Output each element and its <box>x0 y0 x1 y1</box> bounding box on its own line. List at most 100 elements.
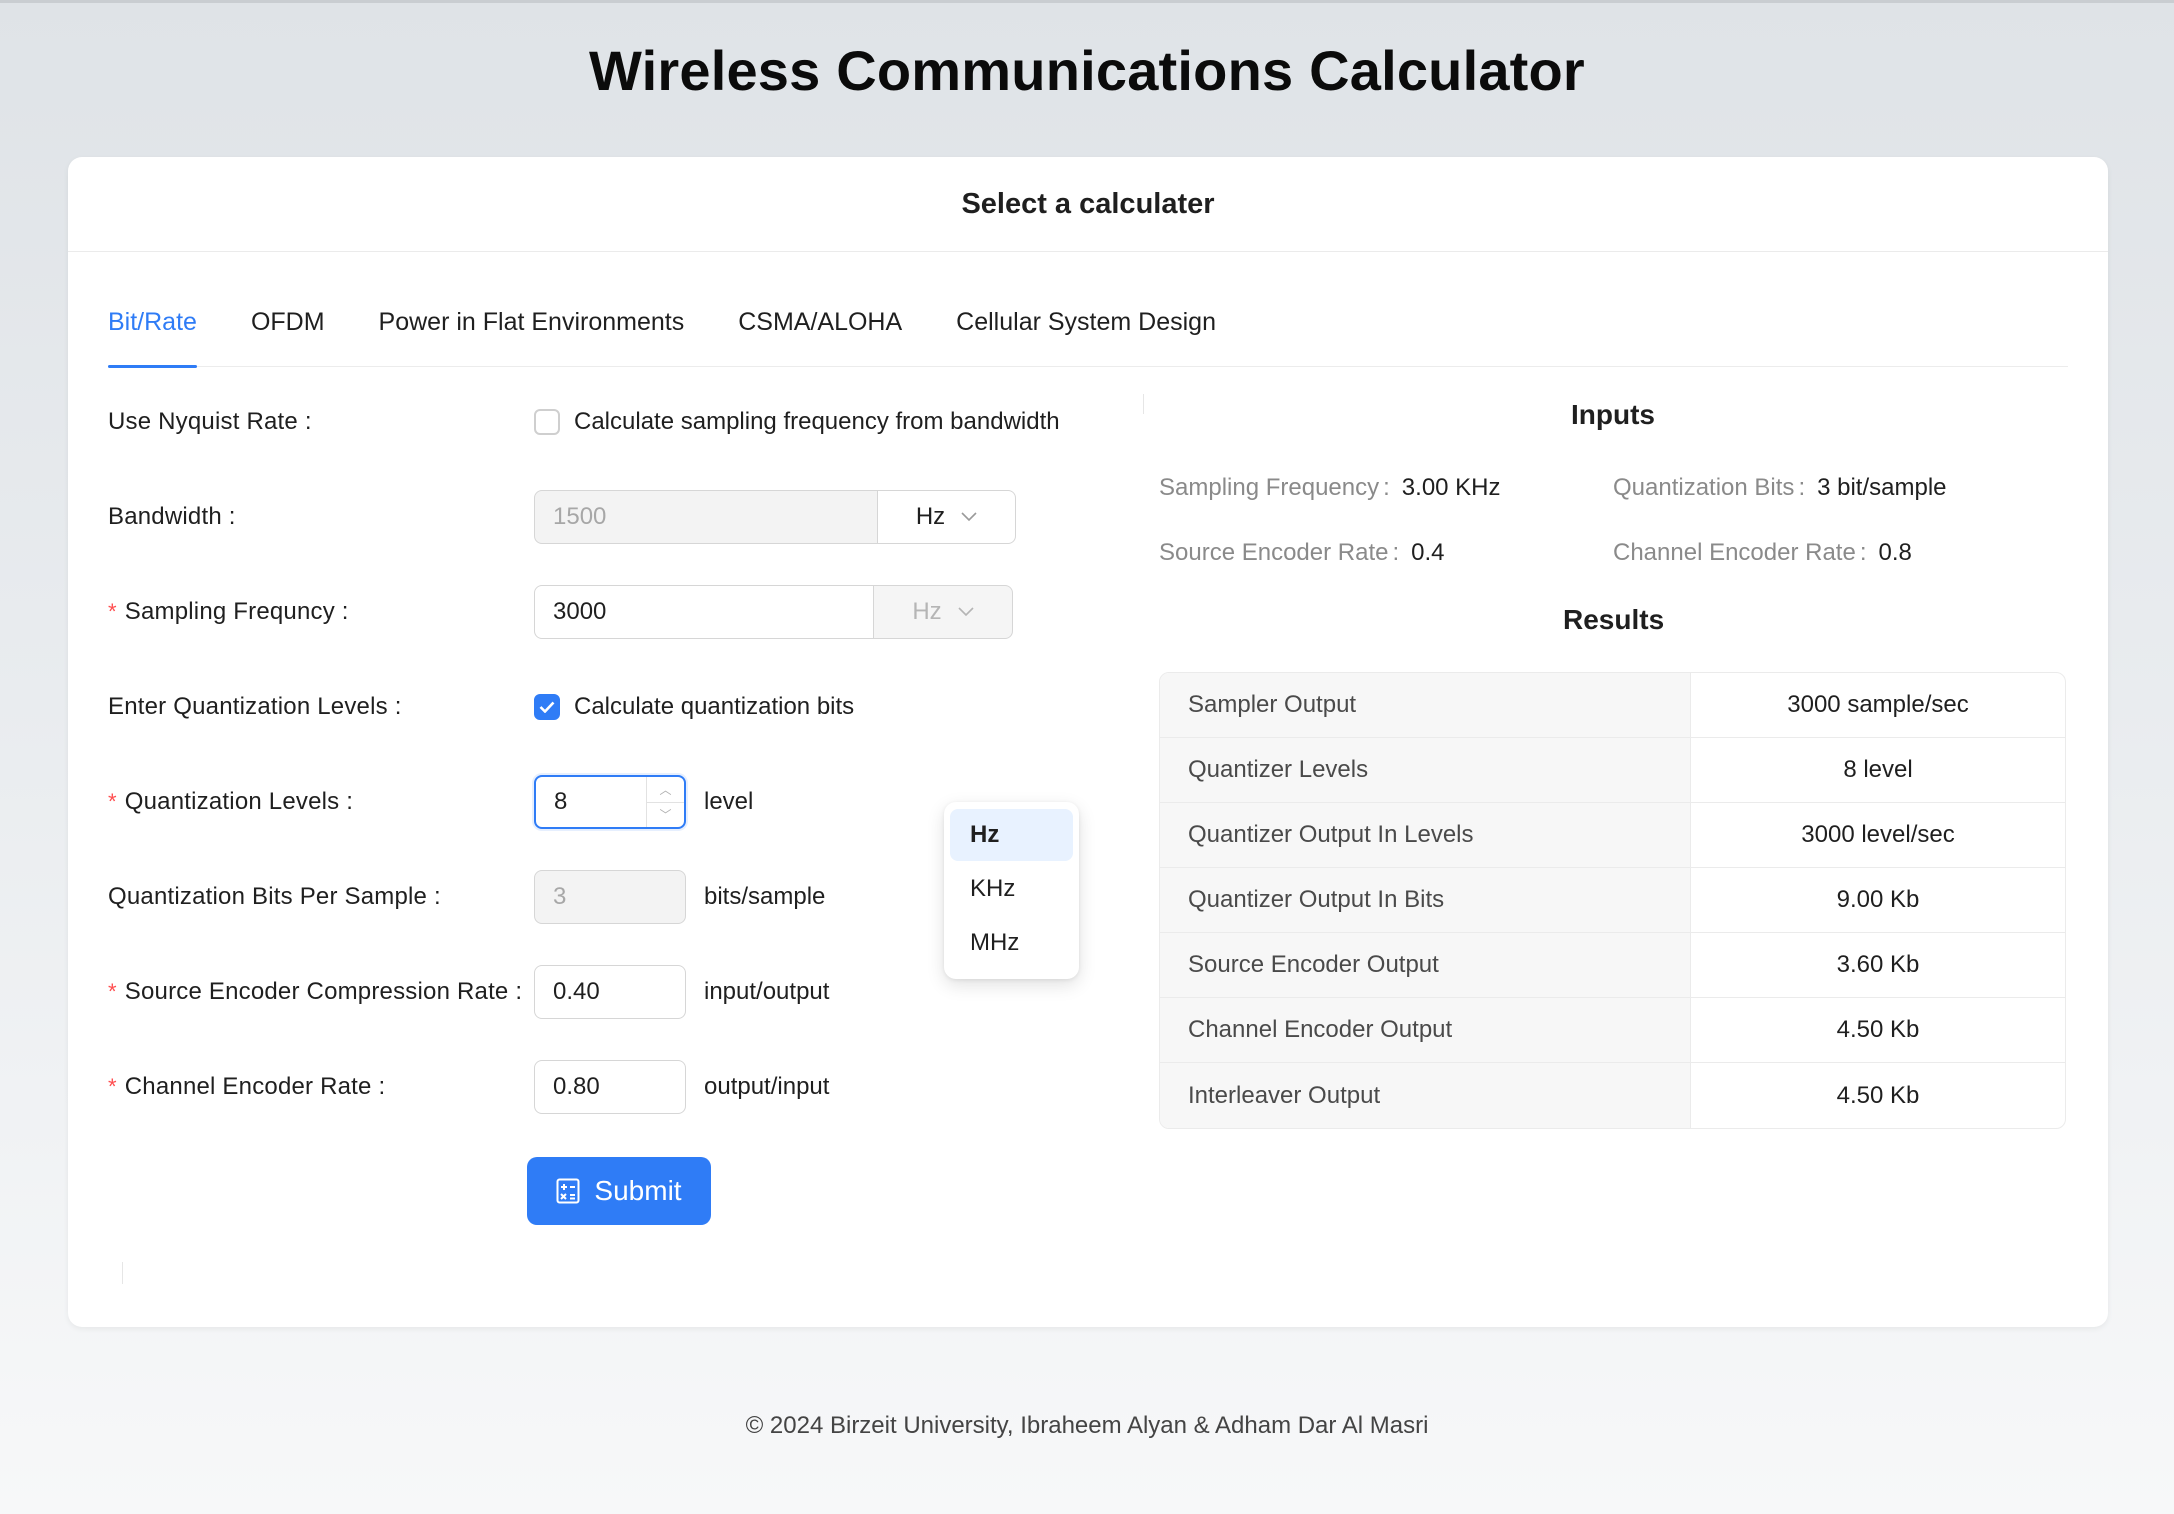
bandwidth-control: 1500 Hz <box>534 490 1016 544</box>
bits-suffix: bits/sample <box>704 883 826 910</box>
bandwidth-unit-select[interactable]: Hz <box>878 490 1016 544</box>
input-key: Channel Encoder Rate <box>1613 539 1856 566</box>
bits-control: 3 bits/sample <box>534 870 825 924</box>
chevron-down-icon <box>958 607 974 617</box>
sampling-control: 3000 Hz <box>534 585 1013 639</box>
input-quantization-bits: Quantization Bits:3 bit/sample <box>1613 474 1947 501</box>
input-value: 0.8 <box>1878 539 1912 566</box>
bandwidth-input: 1500 <box>534 490 878 544</box>
nyquist-checkbox[interactable] <box>534 409 560 435</box>
channel-rate-control: 0.80 output/input <box>534 1060 829 1114</box>
input-value: 3 bit/sample <box>1817 474 1947 501</box>
field-label: Bandwidth : <box>108 503 236 530</box>
table-row: Quantizer Output In Bits 9.00 Kb <box>1160 868 2065 933</box>
enter-levels-checkbox-label[interactable]: Calculate quantization bits <box>574 693 854 721</box>
field-label: * Sampling Frequncy : <box>108 598 349 625</box>
source-rate-control: 0.40 input/output <box>534 965 829 1019</box>
required-mark: * <box>108 979 117 1004</box>
input-channel-encoder-rate: Channel Encoder Rate:0.8 <box>1613 539 1912 566</box>
calculator-icon <box>556 1178 580 1204</box>
footer-text: © 2024 Birzeit University, Ibraheem Alya… <box>745 1412 1429 1439</box>
result-key: Channel Encoder Output <box>1160 998 1691 1063</box>
result-key: Sampler Output <box>1160 673 1691 738</box>
field-label: * Quantization Levels : <box>108 788 354 815</box>
input-key: Quantization Bits <box>1613 474 1795 501</box>
result-key: Quantizer Output In Bits <box>1160 868 1691 933</box>
input-value: 0.4 <box>1411 539 1445 566</box>
sampling-unit-value: Hz <box>912 598 942 625</box>
results-table: Sampler Output 3000 sample/sec Quantizer … <box>1159 672 2066 1129</box>
sampling-unit-select[interactable]: Hz <box>874 585 1013 639</box>
chevron-down-icon <box>961 512 977 522</box>
enter-levels-control: Calculate quantization bits <box>534 693 854 721</box>
tab-csma-aloha[interactable]: CSMA/ALOHA <box>738 307 902 367</box>
page-title: Wireless Communications Calculator <box>589 39 1585 102</box>
table-row: Quantizer Levels 8 level <box>1160 738 2065 803</box>
nyquist-control: Calculate sampling frequency from bandwi… <box>534 408 1060 436</box>
source-rate-suffix: input/output <box>704 978 830 1005</box>
source-encoder-rate-input[interactable]: 0.40 <box>534 965 686 1019</box>
tab-power-flat-environments[interactable]: Power in Flat Environments <box>379 307 685 367</box>
quantization-levels-value: 8 <box>554 788 568 815</box>
table-row: Source Encoder Output 3.60 Kb <box>1160 933 2065 998</box>
nyquist-checkbox-label[interactable]: Calculate sampling frequency from bandwi… <box>574 408 1060 436</box>
sampling-frequency-input[interactable]: 3000 <box>534 585 874 639</box>
quantization-levels-input[interactable]: 8 ︿ ﹀ <box>534 775 686 829</box>
stepper-up-icon[interactable]: ︿ <box>647 777 684 803</box>
field-label: Use Nyquist Rate : <box>108 408 312 435</box>
result-value: 8 level <box>1691 738 2065 803</box>
table-row: Interleaver Output 4.50 Kb <box>1160 1063 2065 1128</box>
table-row: Quantizer Output In Levels 3000 level/sec <box>1160 803 2065 868</box>
card-header: Select a calculater <box>68 157 2108 252</box>
result-key: Quantizer Output In Levels <box>1160 803 1691 868</box>
tab-ofdm[interactable]: OFDM <box>251 307 325 367</box>
top-border <box>0 0 2174 3</box>
bandwidth-unit-value: Hz <box>915 503 946 530</box>
field-label: * Source Encoder Compression Rate : <box>108 978 523 1005</box>
dropdown-option-mhz[interactable]: MHz <box>950 917 1073 969</box>
input-key: Sampling Frequency <box>1159 474 1380 501</box>
number-stepper: ︿ ﹀ <box>646 777 684 827</box>
field-label: Enter Quantization Levels : <box>108 693 402 720</box>
bottom-divider <box>122 1262 123 1284</box>
calculator-card: Select a calculater Bit/Rate OFDM Power … <box>68 157 2108 1327</box>
dropdown-option-khz[interactable]: KHz <box>950 863 1073 915</box>
input-value: 3.00 KHz <box>1401 474 1501 501</box>
required-mark: * <box>108 599 117 624</box>
results-title: Results <box>1563 604 1665 635</box>
column-divider <box>1143 394 1144 414</box>
table-row: Channel Encoder Output 4.50 Kb <box>1160 998 2065 1063</box>
dropdown-option-hz[interactable]: Hz <box>950 809 1073 861</box>
required-mark: * <box>108 789 117 814</box>
enter-levels-checkbox[interactable] <box>534 694 560 720</box>
channel-encoder-rate-input[interactable]: 0.80 <box>534 1060 686 1114</box>
result-key: Quantizer Levels <box>1160 738 1691 803</box>
channel-rate-suffix: output/input <box>704 1073 830 1100</box>
tab-bit-rate[interactable]: Bit/Rate <box>108 307 197 368</box>
result-value: 3000 level/sec <box>1691 803 2065 868</box>
inputs-title: Inputs <box>1571 399 1655 430</box>
required-mark: * <box>108 1074 117 1099</box>
unit-dropdown-menu: Hz KHz MHz <box>944 802 1079 979</box>
quantization-bits-input: 3 <box>534 870 686 924</box>
tab-cellular-system-design[interactable]: Cellular System Design <box>956 307 1216 367</box>
result-value: 4.50 Kb <box>1691 998 2065 1063</box>
table-row: Sampler Output 3000 sample/sec <box>1160 673 2065 738</box>
levels-suffix: level <box>704 788 754 815</box>
submit-label: Submit <box>594 1175 682 1206</box>
levels-control: 8 ︿ ﹀ level <box>534 775 753 829</box>
input-sampling-frequency: Sampling Frequency:3.00 KHz <box>1159 474 1501 501</box>
submit-button[interactable]: Submit <box>527 1157 711 1225</box>
result-value: 9.00 Kb <box>1691 868 2065 933</box>
stepper-down-icon[interactable]: ﹀ <box>647 803 684 828</box>
result-value: 3000 sample/sec <box>1691 673 2065 738</box>
result-value: 3.60 Kb <box>1691 933 2065 998</box>
field-label: * Channel Encoder Rate : <box>108 1073 386 1100</box>
field-label: Quantization Bits Per Sample : <box>108 883 441 910</box>
result-value: 4.50 Kb <box>1836 1081 1920 1109</box>
check-icon <box>539 701 555 713</box>
input-source-encoder-rate: Source Encoder Rate:0.4 <box>1159 539 1445 566</box>
result-key: Interleaver Output <box>1160 1063 1691 1128</box>
result-key: Source Encoder Output <box>1160 933 1691 998</box>
tab-bar: Bit/Rate OFDM Power in Flat Environments… <box>108 307 2068 368</box>
